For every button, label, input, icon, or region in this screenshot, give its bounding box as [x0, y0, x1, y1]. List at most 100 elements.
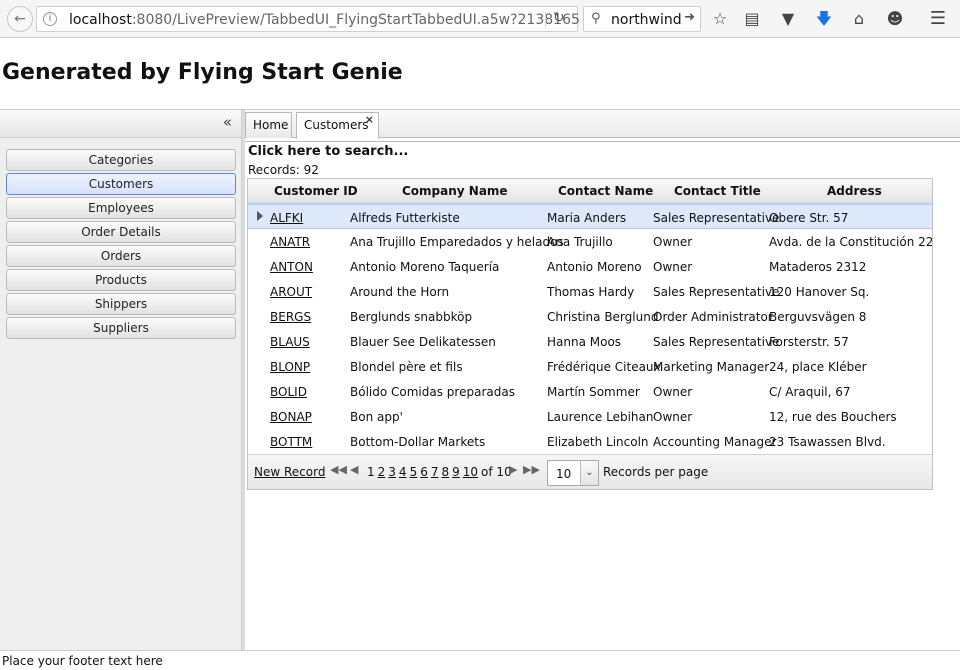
tab-home[interactable]: Home: [245, 112, 292, 138]
cell-contact-name: Maria Anders: [547, 211, 627, 225]
next-page-icon[interactable]: ▶: [509, 463, 517, 476]
table-row[interactable]: ANATR Ana Trujillo Emparedados y helados A…: [248, 229, 932, 254]
column-header-company-name[interactable]: Company Name: [402, 184, 508, 198]
sidebar-splitter[interactable]: [242, 110, 245, 650]
table-row[interactable]: BLAUS Blauer See Delikatessen Hanna Moos Sa…: [248, 329, 932, 354]
cell-customer-id[interactable]: ANTON: [270, 260, 313, 274]
table-row[interactable]: BLONP Blondel père et fils Frédérique Cite…: [248, 354, 932, 379]
cell-address: 23 Tsawassen Blvd.: [769, 435, 886, 449]
cell-customer-id[interactable]: BOLID: [270, 385, 307, 399]
chat-smiley-icon[interactable]: ☻: [884, 8, 906, 30]
browser-search-input[interactable]: ⚲ northwind c ➜: [583, 6, 701, 32]
cell-contact-name: Elizabeth Lincoln: [547, 435, 649, 449]
page-number-link[interactable]: 7: [431, 465, 439, 479]
footer-text: Place your footer text here: [2, 654, 163, 668]
sidebar-item-employees[interactable]: Employees: [6, 197, 236, 219]
page-footer: Place your footer text here: [0, 650, 960, 670]
search-link[interactable]: Click here to search...: [248, 144, 408, 159]
menu-hamburger-icon[interactable]: ☰: [927, 8, 949, 30]
column-header-address[interactable]: Address: [827, 184, 882, 198]
page-number-link[interactable]: 3: [388, 465, 396, 479]
cell-contact-name: Martín Sommer: [547, 385, 640, 399]
cell-contact-name: Thomas Hardy: [547, 285, 635, 299]
cell-address: Berguvsvägen 8: [769, 310, 867, 324]
records-count: Records: 92: [248, 163, 319, 177]
table-row[interactable]: ANTON Antonio Moreno Taquería Antonio More…: [248, 254, 932, 279]
chevron-down-icon[interactable]: ⌄: [580, 461, 598, 485]
cell-company-name: Blauer See Delikatessen: [350, 335, 496, 349]
table-row[interactable]: ALFKI Alfreds Futterkiste Maria Anders Sale…: [248, 204, 932, 229]
page-number-link[interactable]: 5: [410, 465, 418, 479]
tab-customers[interactable]: Customers ×: [296, 112, 379, 139]
download-icon[interactable]: 🡇: [813, 8, 835, 30]
cell-contact-title: Owner: [653, 410, 693, 424]
page-number-link[interactable]: 4: [399, 465, 407, 479]
cell-contact-name: Frédérique Citeaux: [547, 360, 661, 374]
tab-home-label: Home: [253, 118, 289, 132]
page-number-link[interactable]: 6: [420, 465, 428, 479]
back-arrow-icon[interactable]: ←: [7, 6, 33, 32]
page-numbers: 1 2 3 4 5 6 7 8 9 10 of 10: [367, 465, 512, 479]
cell-contact-title: Owner: [653, 235, 693, 249]
last-page-icon[interactable]: ▶▶: [523, 463, 540, 476]
sidebar-item-categories[interactable]: Categories: [6, 149, 236, 171]
new-record-link[interactable]: New Record: [254, 465, 325, 479]
sidebar-item-orders[interactable]: Orders: [6, 245, 236, 267]
cell-contact-name: Ana Trujillo: [547, 235, 613, 249]
first-page-icon[interactable]: ◀◀: [330, 463, 347, 476]
cell-customer-id[interactable]: BERGS: [270, 310, 311, 324]
page-number-link[interactable]: 8: [441, 465, 449, 479]
address-bar[interactable]: i localhost:8080/LivePreview/TabbedUI_Fl…: [36, 6, 580, 32]
cell-company-name: Berglunds snabbköp: [350, 310, 473, 324]
star-icon[interactable]: ☆: [709, 8, 731, 30]
page-number-link[interactable]: 9: [452, 465, 460, 479]
page-size-value: 10: [556, 467, 572, 481]
url-text[interactable]: localhost:8080/LivePreview/TabbedUI_Flyi…: [69, 12, 580, 28]
row-expand-triangle-icon[interactable]: [257, 211, 263, 221]
cell-customer-id[interactable]: AROUT: [270, 285, 312, 299]
sidebar-item-products[interactable]: Products: [6, 269, 236, 291]
cell-customer-id[interactable]: ANATR: [270, 235, 310, 249]
page-count-text: of 10: [481, 465, 512, 479]
cell-address: Mataderos 2312: [769, 260, 867, 274]
table-row[interactable]: BERGS Berglunds snabbköp Christina Berglun…: [248, 304, 932, 329]
cell-company-name: Blondel père et fils: [350, 360, 463, 374]
sidebar-item-shippers[interactable]: Shippers: [6, 293, 236, 315]
info-icon[interactable]: i: [43, 12, 57, 26]
table-row[interactable]: BOLID Bólido Comidas preparadas Martín Som…: [248, 379, 932, 404]
page-number-link[interactable]: 1: [367, 465, 375, 479]
table-row[interactable]: AROUT Around the Horn Thomas Hardy Sales Re…: [248, 279, 932, 304]
grid-pager: New Record ◀◀ ◀ 1 2 3 4 5 6 7 8 9 10 of 10 ▶ ▶▶ 10…: [248, 454, 932, 489]
prev-page-icon[interactable]: ◀: [350, 463, 358, 476]
sidebar-item-suppliers[interactable]: Suppliers: [6, 317, 236, 339]
table-row[interactable]: BONAP Bon app' Laurence Lebihan Owner 12, ru…: [248, 404, 932, 429]
cell-customer-id[interactable]: BLONP: [270, 360, 310, 374]
search-icon: ⚲: [591, 11, 601, 26]
cell-contact-name: Christina Berglund: [547, 310, 659, 324]
tab-close-icon[interactable]: ×: [365, 108, 374, 132]
reader-list-icon[interactable]: ▤: [741, 8, 763, 30]
tab-content-divider: [245, 141, 960, 142]
reload-icon[interactable]: ↻: [553, 10, 565, 26]
page-size-select[interactable]: 10 ⌄: [547, 460, 599, 486]
column-header-contact-name[interactable]: Contact Name: [558, 184, 653, 198]
table-row[interactable]: BOTTM Bottom-Dollar Markets Elizabeth Linc…: [248, 429, 932, 454]
collapse-chevrons-icon[interactable]: «: [223, 113, 232, 131]
pocket-icon[interactable]: ▼: [777, 8, 799, 30]
cell-customer-id[interactable]: BOTTM: [270, 435, 312, 449]
cell-contact-title: Accounting Manager: [653, 435, 777, 449]
cell-customer-id[interactable]: BONAP: [270, 410, 312, 424]
column-header-customer-id[interactable]: Customer ID: [274, 184, 358, 198]
cell-contact-name: Laurence Lebihan: [547, 410, 654, 424]
sidebar: « Categories Customers Employees Order D…: [0, 110, 242, 650]
home-icon[interactable]: ⌂: [848, 8, 870, 30]
column-header-contact-title[interactable]: Contact Title: [674, 184, 761, 198]
sidebar-item-customers[interactable]: Customers: [6, 173, 236, 195]
page-number-link[interactable]: 10: [463, 465, 478, 479]
cell-address: 120 Hanover Sq.: [769, 285, 870, 299]
sidebar-item-order-details[interactable]: Order Details: [6, 221, 236, 243]
cell-customer-id[interactable]: BLAUS: [270, 335, 310, 349]
search-go-arrow-icon[interactable]: ➜: [684, 10, 695, 25]
page-number-link[interactable]: 2: [378, 465, 386, 479]
cell-customer-id[interactable]: ALFKI: [270, 211, 303, 225]
